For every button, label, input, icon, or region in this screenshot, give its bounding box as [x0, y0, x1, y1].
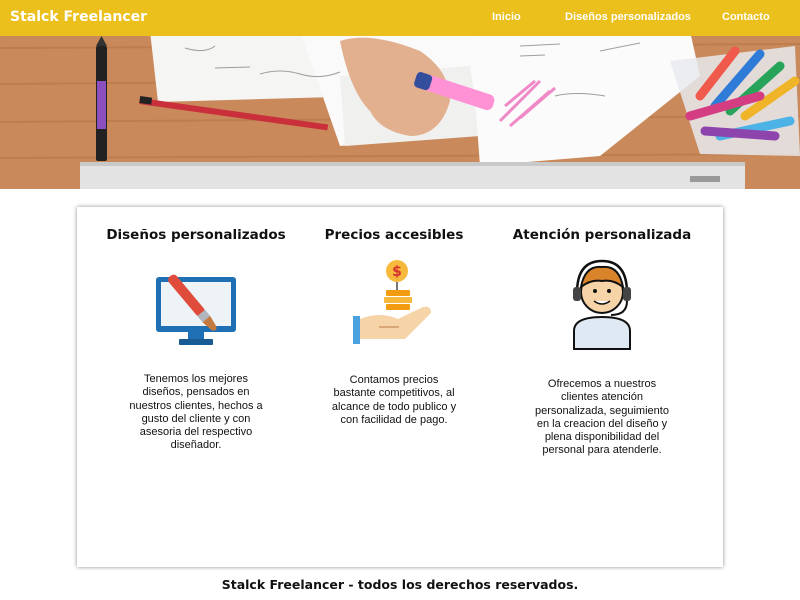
hand-coins-icon: $ [349, 259, 439, 353]
feature-title: Precios accesibles [324, 227, 464, 243]
svg-text:$: $ [392, 264, 402, 280]
top-navbar: Stalck Freelancer Inicio Diseños persona… [0, 0, 800, 36]
feature-title: Diseños personalizados [106, 227, 286, 243]
hero-desk-illustration [0, 36, 800, 189]
feature-description: Contamos precios bastante competitivos, … [331, 374, 457, 426]
brand-logo[interactable]: Stalck Freelancer [10, 9, 147, 25]
feature-description: Ofrecemos a nuestros clientes atención p… [535, 378, 669, 457]
hero-image [0, 36, 800, 189]
footer-copyright: Stalck Freelancer - todos los derechos r… [221, 577, 579, 592]
monitor-paintbrush-icon [151, 259, 241, 353]
feature-description: Tenemos los mejores diseños, pensados en… [129, 373, 263, 452]
feature-title: Atención personalizada [512, 227, 692, 243]
nav-link-disenos[interactable]: Diseños personalizados [565, 11, 691, 23]
support-agent-icon [557, 259, 647, 355]
nav-link-contacto[interactable]: Contacto [722, 11, 770, 23]
features-card: Diseños personalizados Tenemos los mejor… [77, 207, 723, 567]
nav-link-inicio[interactable]: Inicio [492, 11, 521, 23]
